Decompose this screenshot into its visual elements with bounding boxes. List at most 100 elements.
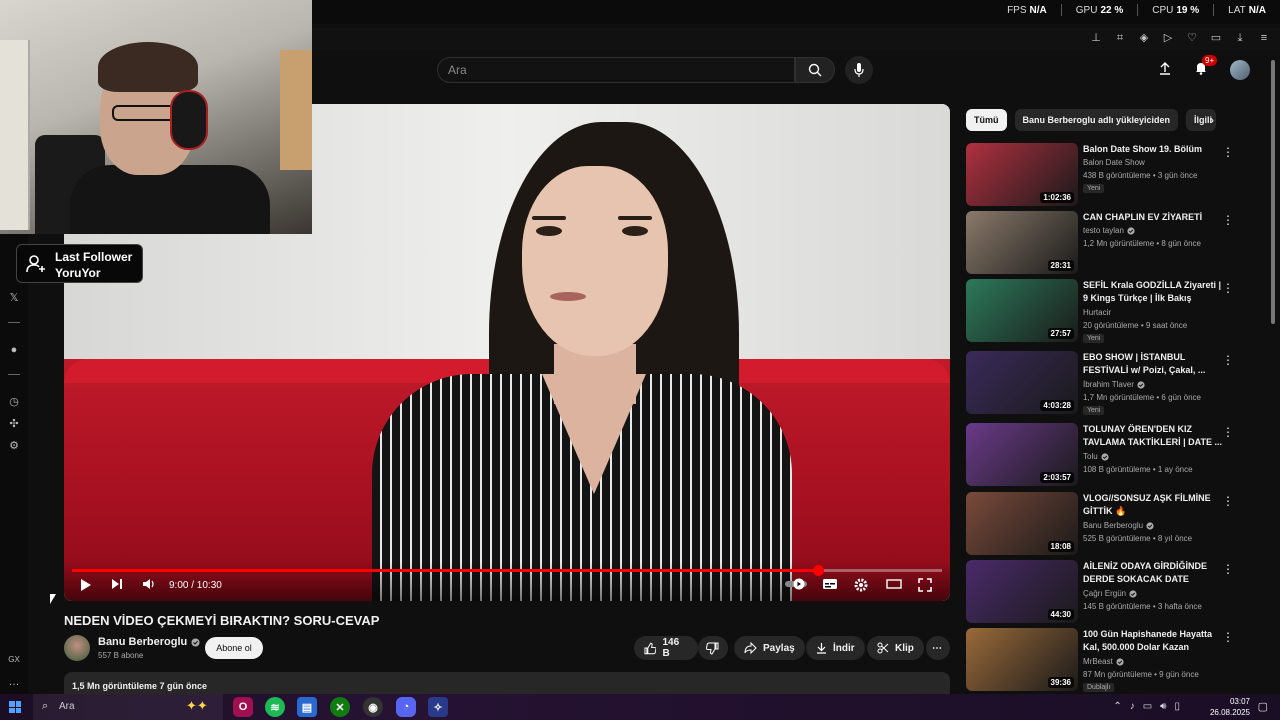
xbox-app-icon[interactable]: ✕ — [330, 697, 350, 717]
more-vertical-icon[interactable]: ⋮ — [1222, 494, 1234, 508]
chip-from-uploader[interactable]: Banu Berberoglu adlı yükleyiciden — [1014, 109, 1179, 131]
extensions-icon[interactable]: ✣ — [8, 418, 20, 430]
progress-bar[interactable] — [72, 565, 942, 576]
battery-icon[interactable]: ▯ — [1174, 701, 1180, 712]
video-thumbnail[interactable]: 18:08 — [966, 492, 1078, 555]
more-vertical-icon[interactable]: ⋮ — [1222, 213, 1234, 227]
recommendation-channel[interactable]: Çağrı Ergün — [1083, 589, 1137, 598]
play-icon[interactable]: ▷ — [1162, 32, 1174, 44]
recommendation-channel[interactable]: Banu Berberoglu — [1083, 521, 1154, 530]
notification-center-icon[interactable]: ▢ — [1258, 700, 1268, 713]
more-vertical-icon[interactable]: ⋮ — [1222, 630, 1234, 644]
recommendation-title[interactable]: EBO SHOW | İSTANBUL FESTİVALİ w/ Poizi, … — [1083, 351, 1223, 377]
play-button[interactable] — [80, 578, 92, 595]
recommendation-item[interactable]: 4:03:28 EBO SHOW | İSTANBUL FESTİVALİ w/ … — [966, 351, 1256, 415]
video-thumbnail[interactable]: 28:31 — [966, 211, 1078, 274]
messenger-icon[interactable]: ● — [8, 344, 20, 356]
like-button[interactable]: 146 B — [634, 636, 698, 660]
video-thumbnail[interactable]: 44:30 — [966, 560, 1078, 623]
more-vertical-icon[interactable]: ⋮ — [1222, 281, 1234, 295]
chip-all[interactable]: Tümü — [966, 109, 1007, 131]
recommendation-title[interactable]: AİLENİZ ODAYA GİRDİĞİNDE DERDE SOKACAK D… — [1083, 560, 1223, 586]
channel-name-row[interactable]: Banu Berberoglu — [98, 636, 200, 648]
channel-name[interactable]: Banu Berberoglu — [98, 636, 187, 648]
recommendation-channel[interactable]: Hurtacir — [1083, 308, 1111, 317]
upload-icon[interactable] — [1158, 61, 1172, 80]
opera-gx-app-icon[interactable]: O — [233, 697, 253, 717]
windows-start-icon[interactable] — [9, 701, 21, 713]
wallet-icon[interactable]: ▭ — [1210, 32, 1222, 44]
microphone-icon[interactable]: ♪ — [1130, 701, 1135, 712]
recommendation-item[interactable]: 44:30 AİLENİZ ODAYA GİRDİĞİNDE DERDE SOKA… — [966, 560, 1256, 624]
recommendation-title[interactable]: CAN CHAPLIN EV ZİYARETİ — [1083, 211, 1223, 224]
recommendation-channel[interactable]: testo taylan — [1083, 226, 1135, 235]
spotify-app-icon[interactable]: ≋ — [265, 697, 285, 717]
subtitles-button[interactable] — [822, 578, 838, 593]
history-icon[interactable]: ◷ — [8, 396, 20, 408]
recommendation-item[interactable]: 39:36 100 Gün Hapishanede Hayatta Kal, 50… — [966, 628, 1256, 692]
network-icon[interactable]: ▭ — [1143, 701, 1152, 712]
channel-avatar[interactable] — [64, 635, 90, 661]
video-thumbnail[interactable]: 2:03:57 — [966, 423, 1078, 486]
theater-mode-button[interactable] — [886, 578, 902, 593]
x-twitter-icon[interactable]: 𝕏 — [8, 292, 20, 304]
pin-icon[interactable]: ⊥ — [1090, 32, 1102, 44]
download-button[interactable]: İndir — [806, 636, 865, 660]
recommendation-channel[interactable]: Tolu — [1083, 452, 1109, 461]
search-input[interactable]: Ara — [437, 57, 795, 83]
search-button[interactable] — [795, 57, 835, 83]
recommendation-title[interactable]: 100 Gün Hapishanede Hayatta Kal, 500.000… — [1083, 628, 1223, 654]
recommendation-item[interactable]: 27:57 SEFİL Krala GODZİLLA Ziyareti | 9 K… — [966, 279, 1256, 343]
video-thumbnail[interactable]: 39:36 — [966, 628, 1078, 691]
video-thumbnail[interactable]: 27:57 — [966, 279, 1078, 342]
recommendation-item[interactable]: 28:31 CAN CHAPLIN EV ZİYARETİ testo taylan… — [966, 211, 1256, 275]
voice-search-button[interactable] — [845, 56, 873, 84]
volume-button[interactable] — [142, 578, 156, 593]
progress-scrubber[interactable] — [812, 565, 824, 576]
more-icon[interactable]: … — [8, 676, 20, 688]
more-vertical-icon[interactable]: ⋮ — [1222, 562, 1234, 576]
recommendation-title[interactable]: VLOG//SONSUZ AŞK FİLMİNE GİTTİK 🔥 — [1083, 492, 1223, 518]
gx-logo-icon[interactable]: GX — [8, 654, 20, 666]
video-thumbnail[interactable]: 1:02:36 — [966, 143, 1078, 206]
more-vertical-icon[interactable]: ⋮ — [1222, 353, 1234, 367]
discord-app-icon[interactable]: ◔ — [396, 697, 416, 717]
chevron-right-icon[interactable]: › — [1210, 113, 1224, 127]
recommendation-channel[interactable]: İbrahim Tlaver — [1083, 380, 1145, 389]
notifications-button[interactable]: 9+ — [1194, 54, 1218, 80]
heart-icon[interactable]: ♡ — [1186, 32, 1198, 44]
app-window-icon[interactable]: ▤ — [297, 697, 317, 717]
next-button[interactable] — [111, 578, 123, 593]
recommendation-title[interactable]: Balon Date Show 19. Bölüm — [1083, 143, 1223, 156]
recommendation-title[interactable]: TOLUNAY ÖREN'DEN KIZ TAVLAMA TAKTİKLERİ … — [1083, 423, 1223, 449]
recommendation-channel[interactable]: Balon Date Show — [1083, 158, 1145, 167]
more-vertical-icon[interactable]: ⋮ — [1222, 145, 1234, 159]
autoplay-toggle[interactable] — [784, 578, 808, 593]
recommendation-title[interactable]: SEFİL Krala GODZİLLA Ziyareti | 9 Kings … — [1083, 279, 1223, 305]
clock[interactable]: 03:07 26.08.2025 — [1210, 696, 1250, 718]
settings-button[interactable] — [854, 578, 868, 595]
settings-gear-icon[interactable]: ⚙ — [8, 440, 20, 452]
more-actions-button[interactable]: ⋯ — [926, 636, 950, 660]
recommendation-item[interactable]: 18:08 VLOG//SONSUZ AŞK FİLMİNE GİTTİK 🔥 Ba… — [966, 492, 1256, 556]
shield-icon[interactable]: ◈ — [1138, 32, 1150, 44]
recommendation-item[interactable]: 1:02:36 Balon Date Show 19. Bölüm Balon Da… — [966, 143, 1256, 207]
subscribe-button[interactable]: Abone ol — [205, 637, 263, 659]
clip-button[interactable]: Klip — [867, 636, 924, 660]
volume-icon[interactable]: 🔊︎ — [1160, 701, 1166, 712]
menu-icon[interactable]: ≡ — [1258, 32, 1270, 44]
more-vertical-icon[interactable]: ⋮ — [1222, 425, 1234, 439]
obs-app-icon[interactable]: ◉ — [363, 697, 383, 717]
video-thumbnail[interactable]: 4:03:28 — [966, 351, 1078, 414]
download-icon[interactable]: ⤓ — [1234, 32, 1246, 44]
account-avatar[interactable] — [1230, 60, 1250, 80]
snapshot-icon[interactable]: ⌗ — [1114, 32, 1126, 44]
scrollbar[interactable] — [1271, 60, 1275, 324]
recommendation-item[interactable]: 2:03:57 TOLUNAY ÖREN'DEN KIZ TAVLAMA TAKT… — [966, 423, 1256, 487]
app-icon[interactable]: ✧ — [428, 697, 448, 717]
chevron-up-icon[interactable]: ⌃ — [1113, 701, 1121, 712]
fullscreen-button[interactable] — [918, 578, 932, 595]
dislike-button[interactable] — [698, 636, 728, 660]
recommendation-channel[interactable]: MrBeast — [1083, 657, 1124, 666]
share-button[interactable]: Paylaş — [734, 636, 805, 660]
